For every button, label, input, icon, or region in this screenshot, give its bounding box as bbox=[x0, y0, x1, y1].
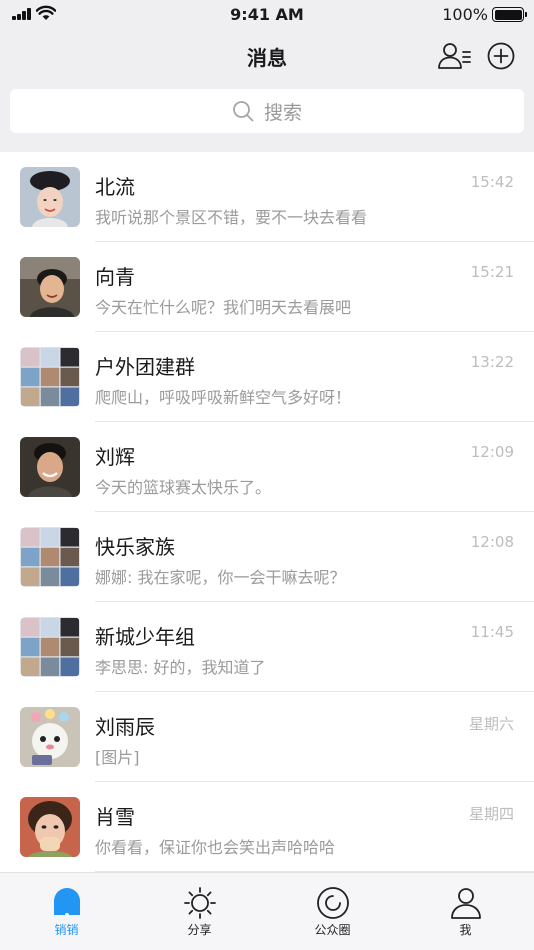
avatar bbox=[20, 797, 80, 857]
tab-label: 销销 bbox=[54, 923, 79, 937]
message-time: 12:08 bbox=[470, 533, 514, 551]
avatar bbox=[20, 257, 80, 317]
conversation-row[interactable]: 向青 今天在忙什么呢？我们明天去看展吧 15:21 bbox=[0, 242, 534, 332]
conversation-row[interactable]: 肖雪 你看看，保证你也会笑出声哈哈哈 星期四 bbox=[0, 782, 534, 872]
avatar bbox=[20, 167, 80, 227]
tab-messages[interactable]: 销销 bbox=[0, 873, 133, 950]
message-preview: 你看看，保证你也会笑出声哈哈哈 bbox=[95, 838, 336, 857]
tab-share[interactable]: 分享 bbox=[133, 873, 266, 950]
message-preview: [图片] bbox=[95, 748, 140, 767]
status-bar: 9:41 AM 100% bbox=[0, 0, 534, 30]
message-time: 11:45 bbox=[470, 623, 514, 641]
tab-bar: 销销 分享 公众圈 我 bbox=[0, 872, 534, 950]
message-preview: 今天的篮球赛太快乐了。 bbox=[95, 478, 272, 497]
message-time: 15:21 bbox=[470, 263, 514, 281]
nav-bar: 消息 bbox=[0, 30, 534, 82]
sun-icon bbox=[183, 887, 216, 919]
message-time: 星期四 bbox=[468, 805, 514, 823]
message-time: 13:22 bbox=[470, 353, 514, 371]
conversation-row[interactable]: 户外团建群 爬爬山，呼吸呼吸新鲜空气多好呀！ 13:22 bbox=[0, 332, 534, 422]
battery-percentage: 100% bbox=[442, 5, 488, 24]
message-preview: 娜娜: 我在家呢，你一会干嘛去呢？ bbox=[95, 568, 346, 587]
tab-label: 分享 bbox=[187, 923, 212, 937]
message-preview: 李思思: 好的，我知道了 bbox=[95, 658, 266, 677]
contact-name: 户外团建群 bbox=[95, 355, 195, 379]
conversation-list: 北流 我听说那个景区不错，要不一块去看看 15:42 向青 今天在忙什么呢？我们… bbox=[0, 152, 534, 872]
contact-name: 快乐家族 bbox=[95, 535, 175, 559]
group-avatar bbox=[20, 527, 80, 587]
contact-name: 肖雪 bbox=[95, 805, 135, 829]
message-preview: 我听说那个景区不错，要不一块去看看 bbox=[95, 208, 368, 227]
contact-name: 刘辉 bbox=[95, 445, 135, 469]
message-preview: 今天在忙什么呢？我们明天去看展吧 bbox=[95, 298, 352, 317]
tab-me[interactable]: 我 bbox=[399, 873, 532, 950]
message-time: 15:42 bbox=[470, 173, 514, 191]
message-time: 星期六 bbox=[468, 715, 514, 733]
contact-name: 北流 bbox=[95, 175, 135, 199]
tab-label: 我 bbox=[459, 923, 472, 937]
group-avatar bbox=[20, 347, 80, 407]
group-avatar bbox=[20, 617, 80, 677]
contact-name: 新城少年组 bbox=[95, 625, 195, 649]
contact-name: 刘雨辰 bbox=[95, 715, 155, 739]
conversation-row[interactable]: 新城少年组 李思思: 好的，我知道了 11:45 bbox=[0, 602, 534, 692]
conversation-row[interactable]: 快乐家族 娜娜: 我在家呢，你一会干嘛去呢？ 12:08 bbox=[0, 512, 534, 602]
conversation-row[interactable]: 北流 我听说那个景区不错，要不一块去看看 15:42 bbox=[0, 152, 534, 242]
avatar bbox=[20, 437, 80, 497]
person-icon bbox=[450, 888, 481, 919]
battery-icon bbox=[492, 7, 527, 22]
tab-label: 公众圈 bbox=[314, 923, 351, 937]
conversation-row[interactable]: 刘雨辰 [图片] 星期六 bbox=[0, 692, 534, 782]
message-preview: 爬爬山，呼吸呼吸新鲜空气多好呀！ bbox=[95, 388, 352, 407]
search-icon bbox=[233, 101, 254, 122]
search-bar[interactable]: 搜索 bbox=[10, 89, 524, 133]
avatar bbox=[20, 707, 80, 767]
search-placeholder: 搜索 bbox=[263, 101, 302, 124]
contact-name: 向青 bbox=[95, 265, 135, 289]
circle-icon bbox=[316, 887, 349, 919]
add-circle-icon[interactable] bbox=[487, 42, 515, 70]
chat-bubble-icon bbox=[53, 888, 80, 917]
tab-public-circle[interactable]: 公众圈 bbox=[266, 873, 399, 950]
message-time: 12:09 bbox=[470, 443, 514, 461]
conversation-row[interactable]: 刘辉 今天的篮球赛太快乐了。 12:09 bbox=[0, 422, 534, 512]
contacts-icon[interactable] bbox=[436, 41, 472, 71]
